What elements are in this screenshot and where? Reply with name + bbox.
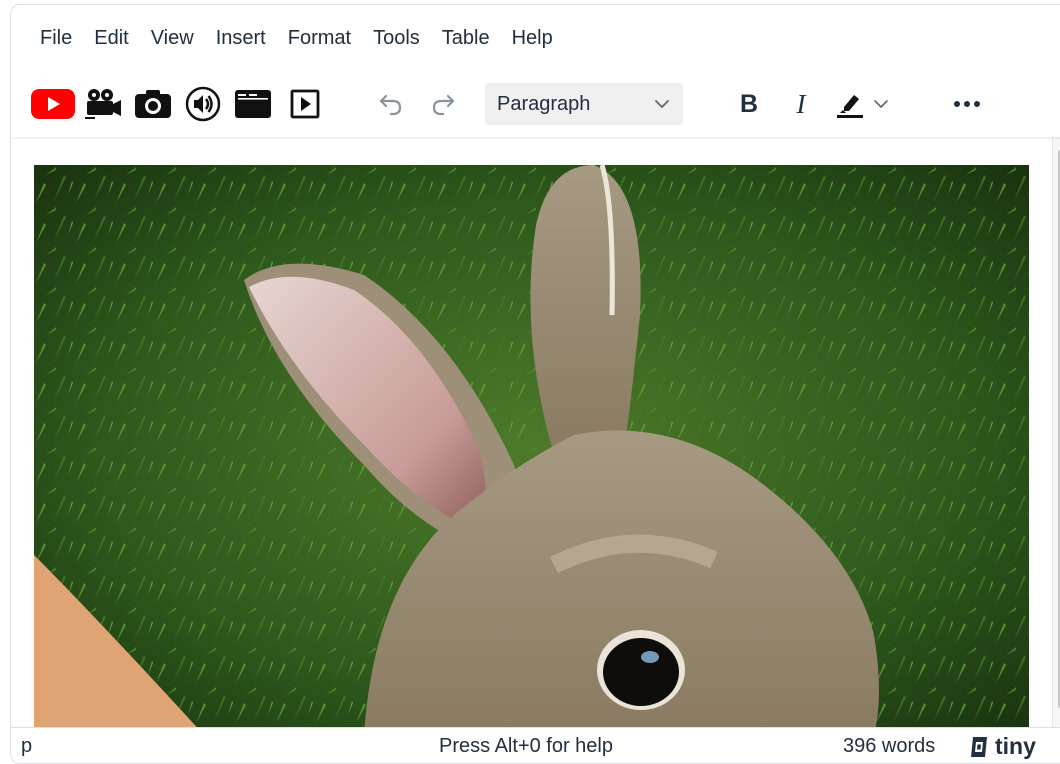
camera-icon	[135, 90, 171, 118]
menubar: File Edit View Insert Format Tools Table…	[11, 5, 1060, 71]
highlight-icon	[837, 95, 863, 118]
tiny-logo-icon	[971, 736, 987, 757]
highlight-dropdown[interactable]	[869, 82, 893, 126]
italic-icon: I	[796, 88, 806, 119]
word-count[interactable]: 396 words	[843, 735, 935, 758]
camera-button[interactable]	[131, 82, 175, 126]
chevron-down-icon	[874, 100, 888, 108]
help-text: Press Alt+0 for help	[439, 735, 613, 757]
tiny-logo[interactable]: tiny	[967, 733, 1036, 760]
embed-button[interactable]	[231, 82, 275, 126]
element-path[interactable]: p	[21, 735, 32, 758]
italic-button[interactable]: I	[779, 82, 823, 126]
bold-icon: B	[739, 89, 759, 118]
menu-tools[interactable]: Tools	[362, 20, 431, 56]
menu-help[interactable]: Help	[501, 20, 564, 56]
undo-button[interactable]	[369, 82, 413, 126]
highlight-button[interactable]	[831, 82, 869, 126]
menu-file[interactable]: File	[29, 20, 83, 56]
undo-icon	[379, 94, 402, 116]
youtube-button[interactable]	[31, 82, 75, 126]
more-icon	[954, 101, 980, 107]
media-play-button[interactable]	[283, 82, 327, 126]
rich-text-editor: File Edit View Insert Format Tools Table…	[10, 4, 1060, 764]
block-format-dropdown[interactable]: Paragraph	[485, 83, 683, 125]
play-icon	[290, 89, 320, 119]
redo-icon	[432, 94, 455, 116]
menu-insert[interactable]: Insert	[205, 20, 277, 56]
redo-button[interactable]	[421, 82, 465, 126]
window-icon	[235, 90, 271, 118]
youtube-icon	[31, 89, 75, 119]
block-format-label: Paragraph	[497, 92, 591, 115]
menu-view[interactable]: View	[140, 20, 205, 56]
toolbar: Paragraph B I	[11, 71, 1060, 137]
chevron-down-icon	[655, 100, 669, 108]
video-button[interactable]	[81, 82, 125, 126]
editor-scrollbar[interactable]	[1052, 137, 1060, 727]
video-camera-icon	[85, 89, 121, 119]
audio-button[interactable]	[181, 82, 225, 126]
menu-format[interactable]: Format	[277, 20, 362, 56]
menu-edit[interactable]: Edit	[83, 20, 139, 56]
statusbar: p Press Alt+0 for help 396 words tiny	[11, 727, 1060, 763]
editor-content[interactable]	[11, 137, 1055, 727]
tiny-logo-text: tiny	[995, 733, 1036, 759]
menu-table[interactable]: Table	[431, 20, 501, 56]
bold-button[interactable]: B	[727, 82, 771, 126]
audio-icon	[185, 86, 221, 122]
more-button[interactable]	[945, 82, 989, 126]
rabbit-photo	[34, 165, 1029, 727]
rabbit-image[interactable]	[34, 165, 1029, 727]
